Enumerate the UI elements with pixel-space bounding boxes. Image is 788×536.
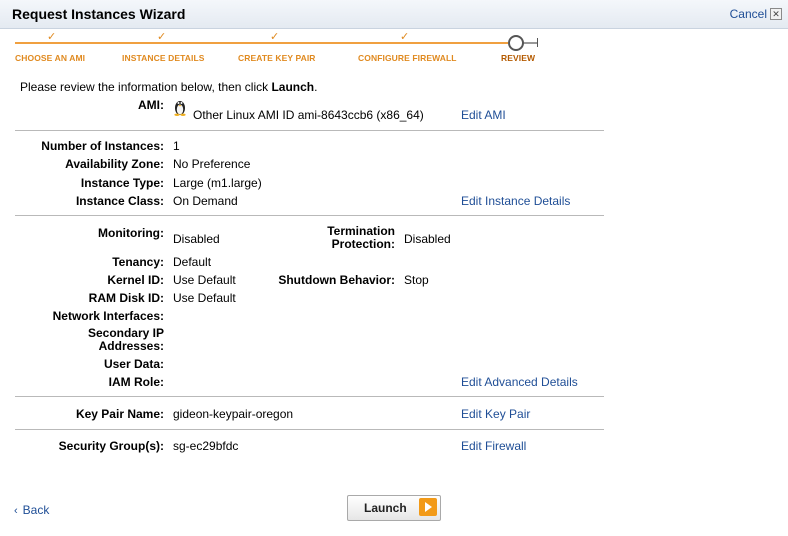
section-divider (15, 130, 604, 131)
number-of-instances-label: Number of Instances: (41, 139, 164, 153)
step-create-key-pair: CREATE KEY PAIR (238, 53, 316, 63)
launch-button[interactable]: Launch (347, 495, 441, 521)
iam-role-label: IAM Role: (108, 375, 164, 389)
step-check-icon: ✓ (400, 31, 410, 43)
instance-class-label: Instance Class: (75, 194, 164, 208)
edit-key-pair-link[interactable]: Edit Key Pair (461, 407, 530, 421)
ram-disk-id-label: RAM Disk ID: (88, 291, 164, 305)
tenancy-value: Default (173, 255, 212, 269)
step-check-icon: ✓ (157, 31, 167, 43)
edit-instance-details-link[interactable]: Edit Instance Details (461, 194, 570, 208)
cancel-control[interactable]: Cancel ✕ (730, 7, 782, 21)
step-review: REVIEW (501, 53, 536, 63)
close-icon[interactable]: ✕ (770, 8, 782, 20)
user-data-label: User Data: (103, 357, 164, 371)
security-groups-label: Security Group(s): (58, 439, 164, 453)
section-divider (15, 429, 604, 430)
ami-label: AMI: (138, 98, 164, 112)
edit-ami-link[interactable]: Edit AMI (461, 108, 506, 122)
edit-advanced-details-link[interactable]: Edit Advanced Details (461, 375, 578, 389)
secondary-ip-addresses-label: Secondary IP Addresses: (87, 326, 164, 353)
wizard-titlebar: Request Instances Wizard Cancel ✕ (0, 0, 788, 29)
instance-class-value: On Demand (173, 194, 238, 208)
monitoring-value: Disabled (173, 232, 220, 246)
step-instance-details: INSTANCE DETAILS (122, 53, 205, 63)
termination-protection-label: Termination Protection: (327, 224, 395, 251)
section-divider (15, 215, 604, 216)
edit-firewall-link[interactable]: Edit Firewall (461, 439, 526, 453)
instance-type-value: Large (m1.large) (173, 176, 262, 190)
kernel-id-value: Use Default (173, 273, 236, 287)
step-configure-firewall: CONFIGURE FIREWALL (358, 53, 457, 63)
step-end-tick (537, 38, 538, 47)
key-pair-name-value: gideon-keypair-oregon (173, 407, 294, 421)
intro-launch-emphasis: Launch (271, 80, 315, 94)
ami-value: Other Linux AMI ID ami-8643ccb6 (x86_64) (193, 108, 424, 122)
wizard-title: Request Instances Wizard (12, 6, 186, 22)
cancel-link[interactable]: Cancel (730, 7, 767, 21)
termination-protection-value: Disabled (404, 232, 451, 246)
security-groups-value: sg-ec29bfdc (173, 439, 239, 453)
shutdown-behavior-label: Shutdown Behavior: (278, 273, 395, 287)
step-check-icon: ✓ (47, 31, 57, 43)
chevron-left-icon: ‹ (14, 505, 18, 517)
back-link[interactable]: ‹ Back (14, 503, 49, 517)
kernel-id-label: Kernel ID: (107, 273, 164, 287)
availability-zone-label: Availability Zone: (65, 157, 164, 171)
launch-button-label[interactable]: Launch (364, 501, 407, 515)
step-remaining-line (522, 42, 538, 44)
shutdown-behavior-value: Stop (404, 273, 429, 287)
ram-disk-id-value: Use Default (173, 291, 236, 305)
monitoring-label: Monitoring: (98, 226, 164, 240)
linux-penguin-icon (174, 101, 186, 116)
play-arrow-icon[interactable] (419, 498, 437, 516)
wizard-steps: ✓ ✓ ✓ ✓ CHOOSE AN AMI INSTANCE DETAILS C… (0, 30, 788, 66)
intro-text: Please review the information below, the… (20, 80, 318, 94)
instance-type-label: Instance Type: (80, 176, 164, 190)
tenancy-label: Tenancy: (112, 255, 164, 269)
section-divider (15, 396, 604, 397)
step-check-icon: ✓ (270, 31, 280, 43)
network-interfaces-label: Network Interfaces: (52, 309, 164, 323)
step-progress-line (15, 42, 508, 44)
key-pair-name-label: Key Pair Name: (75, 407, 164, 421)
availability-zone-value: No Preference (173, 157, 251, 171)
step-choose-ami: CHOOSE AN AMI (15, 53, 86, 63)
number-of-instances-value: 1 (173, 139, 180, 153)
current-step-circle-icon (508, 35, 524, 51)
